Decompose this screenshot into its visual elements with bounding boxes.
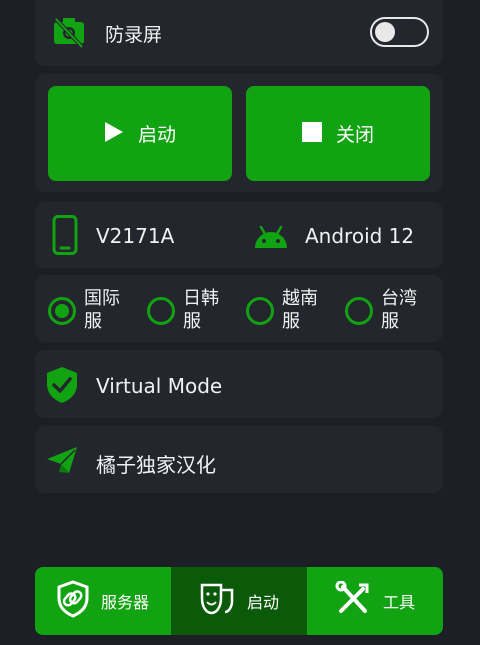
stop-button[interactable]: 关闭 xyxy=(246,86,430,181)
masks-icon xyxy=(199,582,235,620)
server-option-vietnam[interactable]: 越南服 xyxy=(246,287,336,333)
nav-item-server[interactable]: 服务器 xyxy=(35,567,171,635)
server-label: 越南服 xyxy=(282,288,318,332)
nav-item-start[interactable]: 启动 xyxy=(171,567,307,635)
server-option-international[interactable]: 国际服 xyxy=(48,287,138,333)
server-option-taiwan[interactable]: 台湾服 xyxy=(345,287,435,333)
screen-protect-card: 防录屏 xyxy=(35,0,443,66)
credit-card[interactable]: 橘子独家汉化 xyxy=(35,426,443,493)
camera-off-icon xyxy=(51,14,87,50)
android-version: Android 12 xyxy=(305,224,415,248)
shield-link-icon xyxy=(57,580,89,622)
server-select-card: 国际服 日韩服 越南服 台湾服 xyxy=(35,275,443,342)
nav-item-tools[interactable]: 工具 xyxy=(307,567,443,635)
server-label: 日韩服 xyxy=(183,288,219,332)
virtual-mode-label: Virtual Mode xyxy=(96,374,223,398)
android-icon xyxy=(253,224,289,254)
paper-plane-icon xyxy=(46,446,78,478)
start-button-label: 启动 xyxy=(137,124,176,146)
tools-icon xyxy=(335,580,371,621)
virtual-mode-card[interactable]: Virtual Mode xyxy=(35,350,443,418)
toggle-knob xyxy=(375,21,395,42)
nav-label: 启动 xyxy=(246,593,279,612)
nav-label: 工具 xyxy=(382,593,415,612)
controls-card: 启动 关闭 xyxy=(35,74,443,192)
bottom-nav: 服务器 启动 工具 xyxy=(35,567,443,635)
shield-check-icon xyxy=(46,366,78,408)
radio[interactable] xyxy=(345,297,373,325)
credit-label: 橘子独家汉化 xyxy=(96,453,216,477)
start-button[interactable]: 启动 xyxy=(48,86,232,181)
stop-button-label: 关闭 xyxy=(335,124,374,146)
play-icon xyxy=(104,121,124,147)
nav-label: 服务器 xyxy=(100,593,149,612)
screen-protect-toggle[interactable] xyxy=(370,17,429,47)
radio[interactable] xyxy=(246,297,274,325)
smartphone-icon xyxy=(52,215,78,259)
stop-icon xyxy=(301,121,322,146)
server-label: 台湾服 xyxy=(381,288,417,332)
server-option-jp-kr[interactable]: 日韩服 xyxy=(147,287,237,333)
radio[interactable] xyxy=(147,297,175,325)
radio-selected[interactable] xyxy=(48,297,76,325)
device-info-card: V2171A Android 12 xyxy=(35,202,443,268)
server-label: 国际服 xyxy=(84,288,120,332)
screen-protect-label: 防录屏 xyxy=(105,24,163,46)
device-model: V2171A xyxy=(96,224,175,248)
